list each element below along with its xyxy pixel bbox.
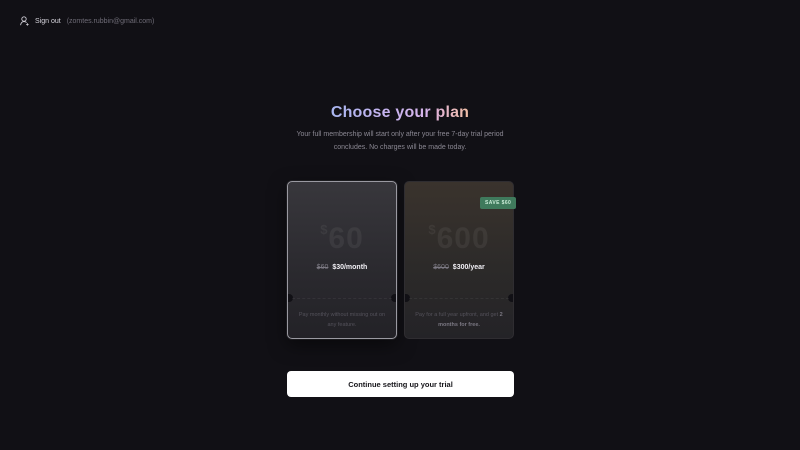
plan-price: $600 $300/year [405, 264, 513, 271]
page-subtitle: Your full membership will start only aft… [296, 131, 504, 151]
continue-trial-button[interactable]: Continue setting up your trial [287, 371, 514, 397]
plan-description: Pay for a full year upfront, and get 2 m… [415, 312, 503, 328]
original-price: $60 [316, 264, 329, 271]
discounted-price: $30/month [332, 264, 368, 271]
card-divider [292, 298, 392, 299]
account-email: (zomtes.rubbin@gmail.com) [66, 17, 155, 25]
page-title: Choose your plan [330, 104, 470, 121]
plan-description: Pay monthly without missing out on any f… [298, 312, 386, 328]
original-price: $600 [433, 264, 449, 271]
sign-out-label[interactable]: Sign out [35, 18, 61, 25]
watermark-price: $600 [428, 222, 490, 255]
discounted-price: $300/year [452, 264, 485, 271]
savings-badge: SAVE $60 [480, 197, 517, 209]
watermark-price: $60 [320, 222, 364, 255]
sign-out-link[interactable]: Sign out (zomtes.rubbin@gmail.com) [20, 16, 154, 26]
user-icon [20, 16, 29, 26]
plan-price: $60 $30/month [288, 264, 396, 271]
plan-card-monthly[interactable]: $60 $60 $30/month Pay monthly without mi… [287, 181, 397, 339]
card-divider [409, 298, 509, 299]
